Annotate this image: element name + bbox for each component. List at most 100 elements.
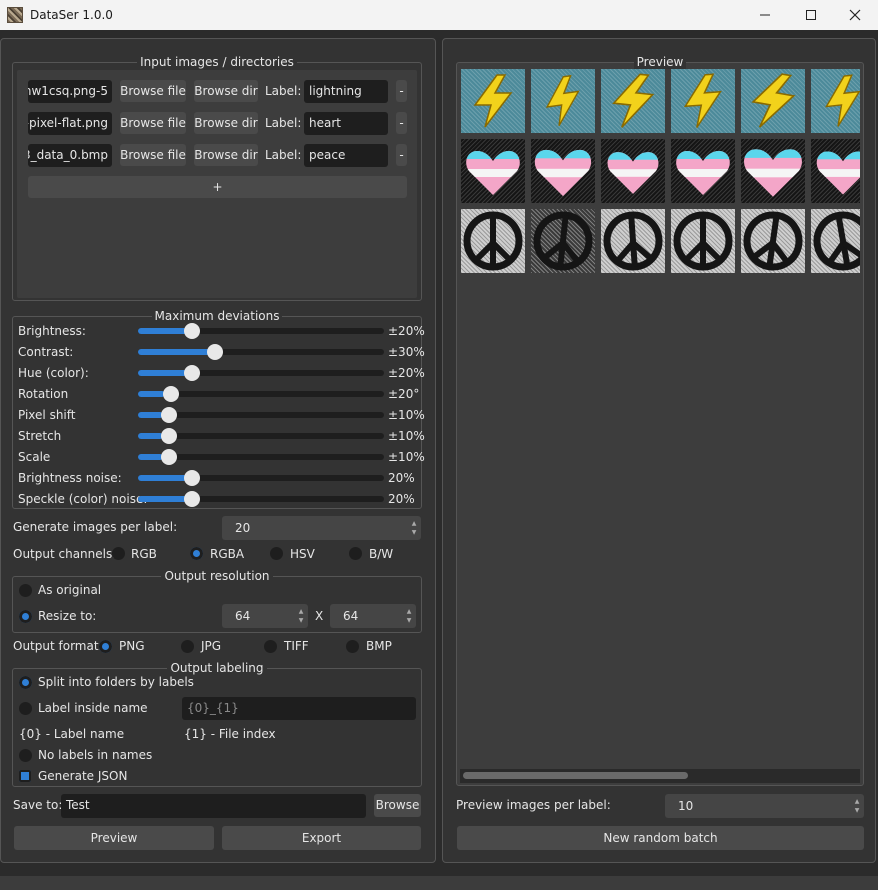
slider-handle[interactable]	[161, 407, 177, 423]
slider-handle[interactable]	[163, 386, 180, 402]
minimize-icon	[760, 14, 770, 16]
slider-handle[interactable]	[207, 344, 223, 360]
channel-radio-rgb[interactable]	[112, 547, 125, 560]
deviation-slider[interactable]	[138, 449, 384, 465]
scrollbar-thumb[interactable]	[463, 772, 688, 779]
maximize-button[interactable]	[788, 0, 834, 30]
resize-to-radio[interactable]	[19, 610, 32, 623]
file-path-field[interactable]: e-pixel-flat.png	[28, 112, 112, 135]
channel-radio-hsv[interactable]	[270, 547, 283, 560]
preview-button[interactable]: Preview	[14, 826, 214, 850]
title-bar: DataSer 1.0.0	[0, 0, 878, 30]
slider-handle[interactable]	[184, 323, 200, 339]
deviation-slider[interactable]	[138, 386, 384, 402]
label-field[interactable]: heart	[304, 112, 388, 135]
label-field[interactable]: peace	[304, 144, 388, 167]
deviation-slider[interactable]	[138, 470, 384, 486]
browse-file-button[interactable]: Browse file	[120, 112, 186, 134]
label-caption: Label:	[265, 84, 302, 98]
generate-json-checkbox[interactable]	[19, 770, 31, 782]
deviation-name: Pixel shift	[18, 408, 76, 422]
channel-radio-bw[interactable]	[349, 547, 362, 560]
deviation-slider[interactable]	[138, 365, 384, 381]
split-folders-radio[interactable]	[19, 676, 32, 689]
preview-horizontal-scrollbar[interactable]	[460, 769, 860, 783]
deviation-slider[interactable]	[138, 407, 384, 423]
save-browse-button[interactable]: Browse	[374, 794, 421, 817]
deviation-slider[interactable]	[138, 428, 384, 444]
spin-arrows-icon[interactable]: ▲ ▼	[853, 797, 861, 815]
deviation-name: Brightness noise:	[18, 471, 122, 485]
export-button[interactable]: Export	[222, 826, 421, 850]
preview-thumbnail	[601, 209, 665, 273]
deviation-row: Pixel shift ±10%	[0, 406, 436, 424]
slider-fill	[138, 496, 188, 502]
browse-dir-button[interactable]: Browse dir	[194, 144, 258, 166]
deviation-row: Contrast: ±30%	[0, 343, 436, 361]
format-radio-bmp[interactable]	[346, 640, 359, 653]
slider-handle[interactable]	[161, 428, 177, 444]
format-label-jpg: JPG	[201, 639, 222, 653]
minimize-button[interactable]	[742, 0, 788, 30]
preview-thumbnail	[461, 69, 525, 133]
remove-row-button[interactable]: -	[396, 112, 407, 134]
remove-row-button[interactable]: -	[396, 144, 407, 166]
no-labels-radio[interactable]	[19, 749, 32, 762]
resize-height-spinbox[interactable]: 64 ▲ ▼	[330, 604, 416, 628]
output-format-label: Output format:	[13, 639, 103, 653]
close-button[interactable]	[832, 0, 878, 30]
preview-thumbnail	[741, 209, 805, 273]
heart-icon	[607, 152, 659, 194]
slider-handle[interactable]	[184, 470, 200, 486]
spin-arrows-icon[interactable]: ▲ ▼	[405, 607, 413, 625]
slider-fill	[138, 391, 166, 397]
deviation-slider[interactable]	[138, 344, 384, 360]
format-radio-tiff[interactable]	[264, 640, 277, 653]
window-title: DataSer 1.0.0	[30, 8, 113, 22]
format-radio-png[interactable]	[99, 640, 112, 653]
label-field[interactable]: lightning	[304, 80, 388, 103]
pattern-hint-file-index: {1} - File index	[184, 727, 276, 741]
file-path-field[interactable]: 5-mw1csq.png	[28, 80, 112, 103]
slider-fill	[138, 475, 188, 481]
browse-dir-button[interactable]: Browse dir	[194, 112, 258, 134]
deviation-value: ±30%	[388, 345, 425, 359]
slider-fill	[138, 454, 163, 460]
format-radio-jpg[interactable]	[181, 640, 194, 653]
spin-arrows-icon[interactable]: ▲ ▼	[410, 519, 418, 537]
preview-thumbnail	[601, 139, 665, 203]
as-original-radio[interactable]	[19, 584, 32, 597]
preview-thumbnail	[531, 139, 595, 203]
generate-label: Generate images per label:	[13, 520, 178, 534]
channel-label-rgba: RGBA	[210, 547, 245, 561]
preview-thumbnail	[741, 69, 805, 133]
peace-icon	[603, 211, 663, 271]
deviation-slider[interactable]	[138, 323, 384, 339]
browse-dir-button[interactable]: Browse dir	[194, 80, 258, 102]
name-pattern-field[interactable]: {0}_{1}	[182, 697, 416, 720]
resize-width-spinbox[interactable]: 64 ▲ ▼	[222, 604, 308, 628]
slider-handle[interactable]	[184, 365, 200, 381]
save-path-field[interactable]: Test	[61, 794, 366, 818]
add-input-button[interactable]: +	[28, 176, 407, 198]
slider-fill	[138, 412, 163, 418]
slider-handle[interactable]	[161, 449, 177, 465]
peace-icon	[463, 211, 523, 271]
max-deviations-title: Maximum deviations	[151, 309, 283, 323]
remove-row-button[interactable]: -	[396, 80, 407, 102]
browse-file-button[interactable]: Browse file	[120, 80, 186, 102]
deviation-row: Speckle (color) noise: 20%	[0, 490, 436, 508]
browse-file-button[interactable]: Browse file	[120, 144, 186, 166]
file-path-field[interactable]: t3_data_0.bmp	[28, 144, 112, 167]
spin-arrows-icon[interactable]: ▲ ▼	[297, 607, 305, 625]
slider-handle[interactable]	[184, 491, 200, 507]
new-random-batch-button[interactable]: New random batch	[457, 826, 864, 850]
preview-thumbnail	[461, 139, 525, 203]
generate-count-spinbox[interactable]: 20 ▲ ▼	[222, 516, 421, 540]
deviation-slider[interactable]	[138, 491, 384, 507]
preview-count-spinbox[interactable]: 10 ▲ ▼	[665, 794, 864, 818]
label-inside-name-radio[interactable]	[19, 702, 32, 715]
pattern-hint-label-name: {0} - Label name	[19, 727, 125, 741]
split-folders-label: Split into folders by labels	[38, 675, 194, 689]
channel-radio-rgba[interactable]	[190, 547, 203, 560]
